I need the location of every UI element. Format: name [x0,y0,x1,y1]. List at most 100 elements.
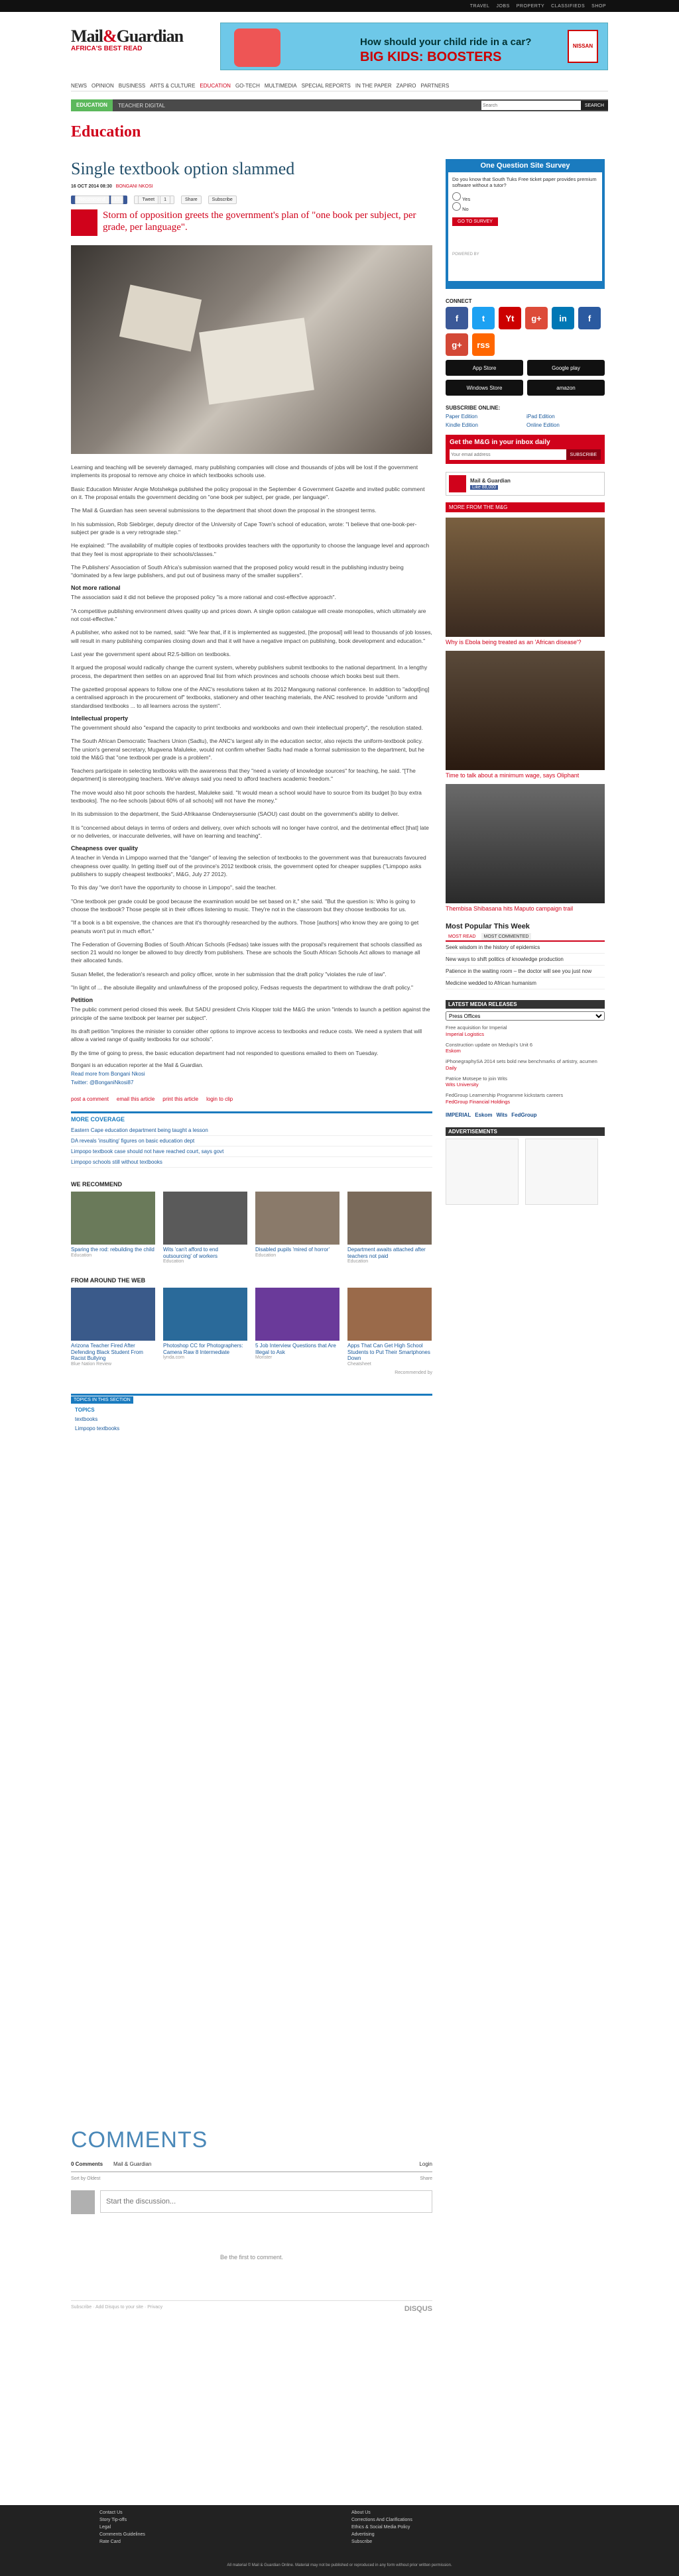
survey-no[interactable] [452,202,461,211]
youtube-icon[interactable]: Yt [499,307,521,329]
footer-tipoffs[interactable]: Story Tip-offs [99,2518,351,2522]
popular-item[interactable]: Seek wisdom in the history of epidemics [446,942,605,954]
recommend-card[interactable]: Wits 'can't afford to end outsourcing' o… [163,1191,247,1264]
survey-button[interactable]: GO TO SURVEY [452,217,498,226]
login-link[interactable]: Login [419,2161,432,2167]
sidebar-story[interactable]: Time to talk about a minimum wage, says … [446,651,605,779]
online-edition-link[interactable]: Online Edition [526,422,605,428]
nav-in-the-paper[interactable]: IN THE PAPER [355,83,392,89]
coverage-link[interactable]: Limpopo textbook case should not have re… [71,1147,432,1157]
fb-page-name[interactable]: Mail & Guardian [470,478,511,484]
app-store-badge[interactable]: App Store [446,360,523,376]
article-author[interactable]: BONGANI NKOSI [116,184,153,189]
sort-dropdown[interactable]: Sort by Oldest [71,2176,100,2181]
twitter-icon[interactable]: t [472,307,495,329]
topic-link[interactable]: textbooks [75,1416,432,1422]
fb-like-button[interactable]: Like 88,000 [470,485,499,490]
sidebar-story[interactable]: Why is Ebola being treated as an 'Africa… [446,518,605,645]
nav-education[interactable]: EDUCATION [200,83,231,89]
nav-zapiro[interactable]: ZAPIRO [397,83,416,89]
ipad-edition-link[interactable]: iPad Edition [526,414,605,420]
comments-site[interactable]: Mail & Guardian [113,2161,151,2167]
subscribe-button[interactable]: Subscribe [208,196,237,204]
tab-most-commented[interactable]: MOST COMMENTED [481,933,532,940]
top-link-classifieds[interactable]: CLASSIFIEDS [551,4,585,9]
google-play-badge[interactable]: Google play [527,360,605,376]
comment-input[interactable] [100,2190,432,2213]
topic-link[interactable]: Limpopo textbooks [75,1426,432,1431]
recommend-card[interactable]: Disabled pupils 'mired of horror' Educati… [255,1191,340,1264]
nav-arts[interactable]: ARTS & CULTURE [150,83,195,89]
web-card[interactable]: Arizona Teacher Fired After Defending Bl… [71,1288,155,1367]
nav-special-reports[interactable]: SPECIAL REPORTS [302,83,351,89]
popular-item[interactable]: Medicine wedded to African humanism [446,978,605,989]
site-logo[interactable]: Mail&Guardian AFRICA'S BEST READ [71,27,184,61]
recommended-by[interactable]: Recommended by [71,1371,432,1375]
press-item[interactable]: Free acquisition for Imperial Imperial Lo… [446,1025,605,1038]
tab-most-read[interactable]: MOST READ [446,933,479,940]
post-comment-link[interactable]: post a comment [71,1096,109,1102]
press-item[interactable]: FedGroup Learnership Programme kickstart… [446,1092,605,1105]
paper-edition-link[interactable]: Paper Edition [446,414,524,420]
top-link-jobs[interactable]: JOBS [496,4,509,9]
subscribe-link[interactable]: Subscribe [71,2305,92,2310]
top-link-shop[interactable]: SHOP [591,4,606,9]
disqus-logo[interactable]: DISQUS [404,2305,432,2313]
footer-legal[interactable]: Legal [99,2525,351,2530]
nav-multimedia[interactable]: MULTIMEDIA [265,83,297,89]
popular-item[interactable]: Patience in the waiting room – the docto… [446,966,605,978]
nav-gotech[interactable]: GO-TECH [235,83,260,89]
nav-partners[interactable]: PARTNERS [420,83,449,89]
popular-item[interactable]: New ways to shift politics of knowledge … [446,954,605,966]
amazon-badge[interactable]: amazon [527,380,605,396]
rss-icon[interactable]: rss [472,333,495,356]
windows-store-badge[interactable]: Windows Store [446,380,523,396]
coverage-link[interactable]: DA reveals 'insulting' figures on basic … [71,1136,432,1147]
web-card[interactable]: Photoshop CC for Photographers: Camera R… [163,1288,247,1367]
print-article-link[interactable]: print this article [162,1096,198,1102]
share-link[interactable]: Share [420,2176,432,2181]
read-more-link[interactable]: Read more from Bongani Nkosi [71,1071,145,1077]
footer-contact[interactable]: Contact Us [99,2510,351,2515]
footer-corrections[interactable]: Corrections And Clarifications [351,2518,603,2522]
linkedin-icon[interactable]: in [552,307,574,329]
eskom-logo[interactable]: Eskom [475,1112,492,1118]
twitter-link[interactable]: Twitter: @BonganiNkosi87 [71,1080,133,1086]
imperial-logo[interactable]: IMPERIAL [446,1112,471,1118]
footer-advertising[interactable]: Advertising [351,2532,603,2537]
recommend-card[interactable]: Sparing the rod: rebuilding the child Edu… [71,1191,155,1264]
nav-opinion[interactable]: OPINION [92,83,114,89]
kindle-edition-link[interactable]: Kindle Edition [446,422,524,428]
footer-ethics[interactable]: Ethics & Social Media Policy [351,2525,603,2530]
gplus-share-button[interactable]: Share [180,196,202,204]
tweet-button[interactable]: Tweet 1 [134,196,174,204]
clip-link[interactable]: login to clip [206,1096,233,1102]
top-link-travel[interactable]: TRAVEL [470,4,490,9]
subnav-education[interactable]: EDUCATION [71,99,113,111]
facebook-icon[interactable]: f [446,307,468,329]
recommend-card[interactable]: Department awaits attached after teacher… [347,1191,432,1264]
newsletter-email-input[interactable] [450,449,566,460]
search-input[interactable] [481,101,581,110]
gplus-icon[interactable]: g+ [446,333,468,356]
press-office-select[interactable]: Press Offices [446,1011,605,1021]
coverage-link[interactable]: Eastern Cape education department being … [71,1125,432,1136]
nav-business[interactable]: BUSINESS [119,83,145,89]
footer-guidelines[interactable]: Comments Guidelines [99,2532,351,2537]
web-card[interactable]: Apps That Can Get High School Students t… [347,1288,432,1367]
ad-slot[interactable] [525,1138,598,1205]
press-item[interactable]: Construction update on Medupi's Unit 6 Es… [446,1042,605,1055]
fedgroup-logo[interactable]: FedGroup [511,1112,536,1118]
nav-news[interactable]: NEWS [71,83,87,89]
footer-subscribe[interactable]: Subscribe [351,2540,603,2544]
facebook-icon[interactable]: f [578,307,601,329]
top-link-property[interactable]: PROPERTY [517,4,544,9]
email-article-link[interactable]: email this article [117,1096,154,1102]
gplus-icon[interactable]: g+ [525,307,548,329]
facebook-recommend-button[interactable]: Recommend 12 [71,196,128,204]
wits-logo[interactable]: Wits [496,1112,507,1118]
press-item[interactable]: Patrice Motsepe to join Wits Wits Univers… [446,1076,605,1089]
coverage-link[interactable]: Limpopo schools still without textbooks [71,1157,432,1168]
web-card[interactable]: 5 Job Interview Questions that Are Illeg… [255,1288,340,1367]
add-disqus-link[interactable]: Add Disqus to your site [95,2305,143,2310]
